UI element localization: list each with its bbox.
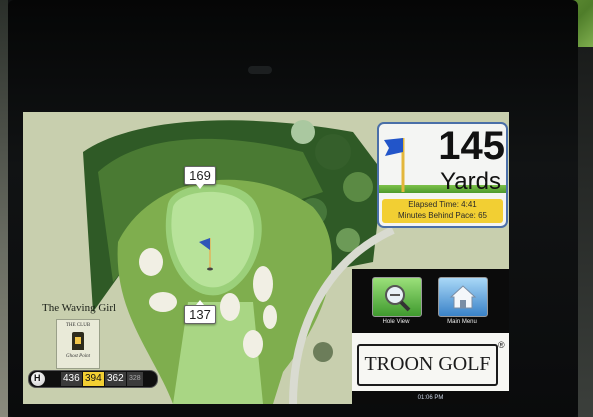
registered-mark: ® — [498, 340, 505, 350]
flag-icon — [384, 138, 405, 192]
hole-label: H — [34, 373, 41, 383]
hole-info-bar[interactable]: H 436 394 362 328 — [28, 370, 158, 388]
course-name: The Waving Girl — [42, 302, 117, 314]
yardage-panel: 145 Yards Elapsed Time: 4:41 Minutes Beh… — [377, 122, 508, 228]
gps-screen: 169 137 The Waving Girl THE CLUB Ghost P… — [23, 112, 509, 404]
hole-view-label: Hole View — [382, 319, 410, 325]
minutes-behind-pace: Minutes Behind Pace: 65 — [398, 211, 487, 220]
troon-logo-text: TROON GOLF — [364, 353, 491, 375]
club-logo: THE CLUB Ghost Point — [56, 319, 100, 369]
tee-yardage-1: 436 — [61, 372, 82, 386]
control-panel: Hole View Main Menu TROON GOLF ® 01:06 P… — [352, 269, 509, 404]
front-of-green-distance: 137 — [184, 300, 216, 324]
tee-yardage-4: 328 — [127, 372, 143, 386]
home-icon — [449, 285, 477, 309]
background-left-edge — [0, 0, 8, 417]
bezel-sensor — [248, 66, 272, 74]
clock: 01:06 PM — [417, 395, 444, 401]
club-logo-title: THE CLUB — [65, 323, 91, 328]
yardage-value: 145 — [438, 124, 505, 168]
lighthouse-icon — [72, 332, 84, 350]
hole-view-button[interactable] — [372, 277, 422, 317]
main-menu-button[interactable] — [438, 277, 488, 317]
back-of-green-distance: 169 — [184, 166, 216, 189]
pace-info: Elapsed Time: 4:41 Minutes Behind Pace: … — [382, 199, 503, 223]
elapsed-time: Elapsed Time: 4:41 — [408, 200, 477, 209]
club-logo-subtitle: Ghost Point — [65, 354, 91, 359]
yardage-unit: Yards — [440, 168, 501, 195]
magnifier-icon — [385, 285, 411, 312]
troon-golf-logo: TROON GOLF ® — [352, 333, 509, 391]
background-right-edge — [578, 47, 593, 417]
tee-yardage-3: 362 — [105, 372, 126, 386]
main-menu-label: Main Menu — [447, 319, 477, 325]
tee-yardage-2: 394 — [83, 372, 104, 386]
